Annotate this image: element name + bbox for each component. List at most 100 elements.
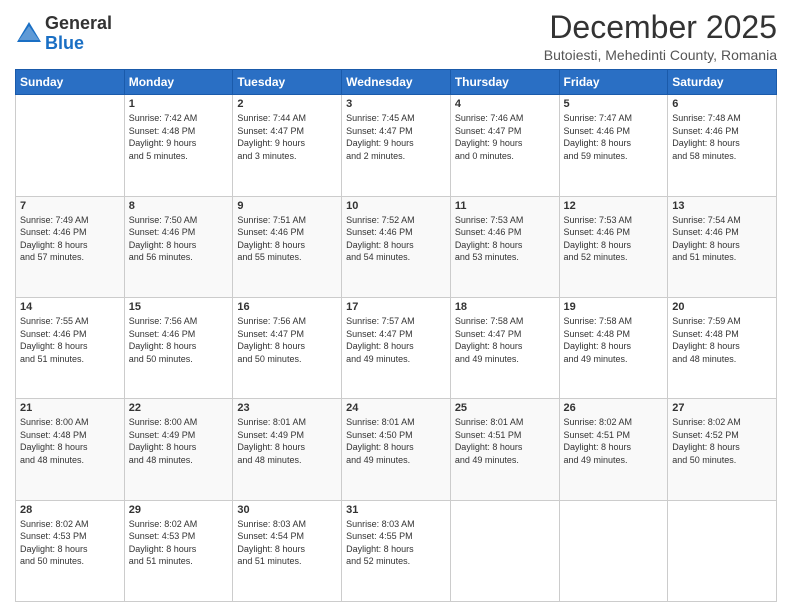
calendar-cell: 6 Sunrise: 7:48 AM Sunset: 4:46 PM Daylig…: [668, 95, 777, 196]
calendar-body: 1Sunrise: 7:42 AM Sunset: 4:48 PM Daylig…: [16, 95, 777, 602]
day-number: 18: [455, 301, 555, 313]
week-row-3: 21 Sunrise: 8:00 AM Sunset: 4:48 PM Dayli…: [16, 399, 777, 500]
logo-blue-text: Blue: [45, 33, 84, 53]
subtitle: Butoiesti, Mehedinti County, Romania: [544, 47, 777, 63]
day-info: Sunrise: 7:48 AM Sunset: 4:46 PM Dayligh…: [672, 112, 772, 162]
calendar-cell: 18 Sunrise: 7:58 AM Sunset: 4:47 PM Dayli…: [450, 297, 559, 398]
day-number: 21: [20, 402, 120, 414]
header-day-wednesday: Wednesday: [342, 70, 451, 95]
calendar-cell: 16 Sunrise: 7:56 AM Sunset: 4:47 PM Dayli…: [233, 297, 342, 398]
day-number: 12: [564, 200, 664, 212]
day-info: Sunrise: 8:00 AM Sunset: 4:49 PM Dayligh…: [129, 416, 229, 466]
day-number: 31: [346, 504, 446, 516]
day-number: 25: [455, 402, 555, 414]
day-number: 8: [129, 200, 229, 212]
day-number: 22: [129, 402, 229, 414]
calendar-cell: 13 Sunrise: 7:54 AM Sunset: 4:46 PM Dayli…: [668, 196, 777, 297]
calendar-cell: [16, 95, 125, 196]
day-info: Sunrise: 8:02 AM Sunset: 4:52 PM Dayligh…: [672, 416, 772, 466]
day-number: 15: [129, 301, 229, 313]
day-number: 9: [237, 200, 337, 212]
header-day-monday: Monday: [124, 70, 233, 95]
day-number: 11: [455, 200, 555, 212]
day-number: 6: [672, 98, 772, 110]
calendar-cell: 1Sunrise: 7:42 AM Sunset: 4:48 PM Daylig…: [124, 95, 233, 196]
logo: General Blue: [15, 14, 112, 54]
day-info: Sunrise: 7:46 AM Sunset: 4:47 PM Dayligh…: [455, 112, 555, 162]
header-day-saturday: Saturday: [668, 70, 777, 95]
page: General Blue December 2025 Butoiesti, Me…: [0, 0, 792, 612]
day-number: 26: [564, 402, 664, 414]
day-number: 4: [455, 98, 555, 110]
calendar-cell: 26Sunrise: 8:02 AM Sunset: 4:51 PM Dayli…: [559, 399, 668, 500]
day-number: 5: [564, 98, 664, 110]
day-info: Sunrise: 7:58 AM Sunset: 4:48 PM Dayligh…: [564, 315, 664, 365]
day-info: Sunrise: 8:00 AM Sunset: 4:48 PM Dayligh…: [20, 416, 120, 466]
header-day-thursday: Thursday: [450, 70, 559, 95]
calendar-cell: 25 Sunrise: 8:01 AM Sunset: 4:51 PM Dayli…: [450, 399, 559, 500]
calendar-cell: [450, 500, 559, 601]
main-title: December 2025: [544, 10, 777, 45]
calendar-cell: 27Sunrise: 8:02 AM Sunset: 4:52 PM Dayli…: [668, 399, 777, 500]
week-row-2: 14 Sunrise: 7:55 AM Sunset: 4:46 PM Dayli…: [16, 297, 777, 398]
calendar-cell: 20 Sunrise: 7:59 AM Sunset: 4:48 PM Dayli…: [668, 297, 777, 398]
day-number: 14: [20, 301, 120, 313]
day-info: Sunrise: 7:47 AM Sunset: 4:46 PM Dayligh…: [564, 112, 664, 162]
day-number: 17: [346, 301, 446, 313]
day-number: 16: [237, 301, 337, 313]
day-info: Sunrise: 7:56 AM Sunset: 4:47 PM Dayligh…: [237, 315, 337, 365]
day-info: Sunrise: 7:49 AM Sunset: 4:46 PM Dayligh…: [20, 214, 120, 264]
day-number: 29: [129, 504, 229, 516]
header-day-sunday: Sunday: [16, 70, 125, 95]
calendar-cell: 29Sunrise: 8:02 AM Sunset: 4:53 PM Dayli…: [124, 500, 233, 601]
calendar-cell: 19Sunrise: 7:58 AM Sunset: 4:48 PM Dayli…: [559, 297, 668, 398]
day-info: Sunrise: 7:52 AM Sunset: 4:46 PM Dayligh…: [346, 214, 446, 264]
day-number: 13: [672, 200, 772, 212]
calendar-header: SundayMondayTuesdayWednesdayThursdayFrid…: [16, 70, 777, 95]
day-info: Sunrise: 7:53 AM Sunset: 4:46 PM Dayligh…: [564, 214, 664, 264]
day-number: 1: [129, 98, 229, 110]
header-day-friday: Friday: [559, 70, 668, 95]
calendar-cell: 17Sunrise: 7:57 AM Sunset: 4:47 PM Dayli…: [342, 297, 451, 398]
header-day-tuesday: Tuesday: [233, 70, 342, 95]
calendar-cell: 15 Sunrise: 7:56 AM Sunset: 4:46 PM Dayli…: [124, 297, 233, 398]
calendar-cell: 12 Sunrise: 7:53 AM Sunset: 4:46 PM Dayli…: [559, 196, 668, 297]
day-info: Sunrise: 7:58 AM Sunset: 4:47 PM Dayligh…: [455, 315, 555, 365]
calendar-cell: [668, 500, 777, 601]
calendar-cell: 24 Sunrise: 8:01 AM Sunset: 4:50 PM Dayli…: [342, 399, 451, 500]
day-info: Sunrise: 7:55 AM Sunset: 4:46 PM Dayligh…: [20, 315, 120, 365]
day-number: 24: [346, 402, 446, 414]
day-info: Sunrise: 7:59 AM Sunset: 4:48 PM Dayligh…: [672, 315, 772, 365]
day-info: Sunrise: 7:54 AM Sunset: 4:46 PM Dayligh…: [672, 214, 772, 264]
day-info: Sunrise: 7:53 AM Sunset: 4:46 PM Dayligh…: [455, 214, 555, 264]
day-info: Sunrise: 8:01 AM Sunset: 4:49 PM Dayligh…: [237, 416, 337, 466]
day-number: 30: [237, 504, 337, 516]
day-info: Sunrise: 8:02 AM Sunset: 4:53 PM Dayligh…: [20, 518, 120, 568]
day-number: 7: [20, 200, 120, 212]
day-number: 20: [672, 301, 772, 313]
day-info: Sunrise: 7:56 AM Sunset: 4:46 PM Dayligh…: [129, 315, 229, 365]
day-info: Sunrise: 8:01 AM Sunset: 4:51 PM Dayligh…: [455, 416, 555, 466]
calendar-cell: 3Sunrise: 7:45 AM Sunset: 4:47 PM Daylig…: [342, 95, 451, 196]
calendar-cell: 10 Sunrise: 7:52 AM Sunset: 4:46 PM Dayli…: [342, 196, 451, 297]
calendar-cell: 11 Sunrise: 7:53 AM Sunset: 4:46 PM Dayli…: [450, 196, 559, 297]
week-row-4: 28Sunrise: 8:02 AM Sunset: 4:53 PM Dayli…: [16, 500, 777, 601]
day-number: 23: [237, 402, 337, 414]
day-number: 2: [237, 98, 337, 110]
calendar-cell: 22 Sunrise: 8:00 AM Sunset: 4:49 PM Dayli…: [124, 399, 233, 500]
calendar-cell: 21 Sunrise: 8:00 AM Sunset: 4:48 PM Dayli…: [16, 399, 125, 500]
day-number: 10: [346, 200, 446, 212]
day-info: Sunrise: 8:03 AM Sunset: 4:55 PM Dayligh…: [346, 518, 446, 568]
day-info: Sunrise: 7:50 AM Sunset: 4:46 PM Dayligh…: [129, 214, 229, 264]
title-block: December 2025 Butoiesti, Mehedinti Count…: [544, 10, 777, 63]
logo-icon: [15, 20, 43, 48]
day-info: Sunrise: 8:01 AM Sunset: 4:50 PM Dayligh…: [346, 416, 446, 466]
day-info: Sunrise: 7:45 AM Sunset: 4:47 PM Dayligh…: [346, 112, 446, 162]
logo-general-text: General: [45, 13, 112, 33]
day-info: Sunrise: 7:51 AM Sunset: 4:46 PM Dayligh…: [237, 214, 337, 264]
day-info: Sunrise: 8:03 AM Sunset: 4:54 PM Dayligh…: [237, 518, 337, 568]
calendar-cell: 5 Sunrise: 7:47 AM Sunset: 4:46 PM Daylig…: [559, 95, 668, 196]
calendar-cell: 31 Sunrise: 8:03 AM Sunset: 4:55 PM Dayli…: [342, 500, 451, 601]
calendar-cell: 8 Sunrise: 7:50 AM Sunset: 4:46 PM Daylig…: [124, 196, 233, 297]
calendar-table: SundayMondayTuesdayWednesdayThursdayFrid…: [15, 69, 777, 602]
